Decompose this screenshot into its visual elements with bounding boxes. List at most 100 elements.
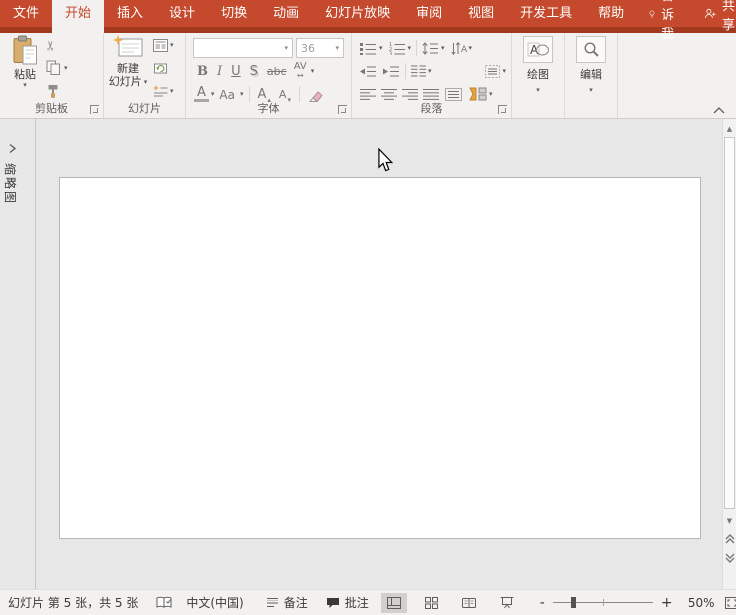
text-direction-icon: A: [451, 42, 467, 55]
section-button[interactable]: ▾: [153, 82, 174, 100]
tab-file[interactable]: 文件: [0, 0, 52, 33]
tab-animations[interactable]: 动画: [260, 0, 312, 33]
drawing-label: 绘图: [527, 66, 549, 82]
scissors-icon: ✂: [44, 40, 59, 51]
scroll-up-button[interactable]: ▲: [723, 121, 736, 136]
font-size-combobox[interactable]: 36 ▾: [296, 38, 344, 58]
collapse-ribbon-button[interactable]: [712, 105, 726, 115]
comments-button[interactable]: 批注: [326, 594, 369, 611]
ribbon-group-clipboard: 粘贴 ▾ ✂ ▾ 剪贴板: [0, 33, 104, 118]
spell-check-button[interactable]: [156, 596, 172, 609]
italic-button[interactable]: I: [214, 62, 225, 80]
bold-button[interactable]: B: [194, 62, 211, 80]
lightbulb-icon: [649, 6, 655, 22]
font-name-combobox[interactable]: ▾: [193, 38, 293, 58]
tell-me-button[interactable]: 告诉我: [637, 0, 692, 27]
next-slide-button[interactable]: [723, 550, 736, 566]
tab-review[interactable]: 审阅: [403, 0, 455, 33]
workspace: 缩略图 ▲ ▼: [0, 119, 736, 589]
editing-button[interactable]: 编辑 ▾: [576, 36, 606, 94]
tab-view[interactable]: 视图: [455, 0, 507, 33]
svg-text:3: 3: [389, 51, 392, 55]
clipboard-dialog-launcher[interactable]: [90, 105, 99, 114]
statusbar-right: - + 50%: [369, 593, 736, 613]
align-text-button[interactable]: [485, 62, 500, 80]
section-icon: [153, 85, 168, 97]
increase-indent-button[interactable]: [383, 62, 400, 80]
zoom-out-button[interactable]: -: [536, 595, 549, 611]
numbering-button[interactable]: 123: [389, 39, 406, 57]
tab-developer[interactable]: 开发工具: [507, 0, 585, 33]
zoom-slider-thumb[interactable]: [571, 597, 576, 608]
character-spacing-button[interactable]: AV↔: [293, 62, 308, 80]
fit-slide-to-window-button[interactable]: [725, 597, 736, 609]
reset-slide-button[interactable]: [153, 59, 174, 77]
comment-icon: [326, 597, 340, 609]
scroll-down-button[interactable]: ▼: [723, 513, 736, 528]
paste-label: 粘贴: [14, 68, 36, 81]
previous-slide-button[interactable]: [723, 531, 736, 547]
slide-layout-button[interactable]: ▾: [153, 36, 174, 54]
zoom-in-button[interactable]: +: [657, 595, 677, 611]
reading-view-button[interactable]: [456, 593, 482, 613]
line-spacing-icon: [422, 42, 439, 55]
new-slide-button[interactable]: 新建 幻灯片 ▾: [106, 35, 150, 101]
notes-button[interactable]: 备注: [266, 594, 308, 611]
vertical-scrollbar[interactable]: ▲ ▼: [722, 119, 736, 589]
tab-transitions[interactable]: 切换: [208, 0, 260, 33]
font-group-label: 字体: [186, 100, 351, 116]
tab-home[interactable]: 开始: [52, 0, 104, 33]
slide-sorter-icon: [425, 597, 438, 609]
zoom-level[interactable]: 50%: [681, 596, 715, 610]
line-spacing-button[interactable]: [422, 39, 439, 57]
strikethrough-button[interactable]: abc: [264, 62, 290, 80]
share-button[interactable]: 共享: [692, 0, 736, 27]
section-dropdown-arrow: ▾: [170, 87, 174, 95]
zoom-slider[interactable]: [553, 602, 653, 603]
scrollbar-thumb[interactable]: [724, 137, 735, 509]
paragraph-dialog-launcher[interactable]: [498, 105, 507, 114]
slide-sorter-view-button[interactable]: [419, 593, 444, 613]
slide-canvas[interactable]: [59, 177, 701, 539]
layout-dropdown-arrow: ▾: [170, 41, 174, 49]
numbering-dropdown-arrow: ▾: [408, 44, 412, 52]
font-dialog-launcher[interactable]: [338, 105, 347, 114]
tabbar-right: 告诉我 共享: [637, 0, 736, 27]
fit-to-window-icon: [725, 597, 736, 609]
paragraph-group-label: 段落: [352, 100, 511, 116]
justify-icon: [423, 88, 439, 101]
reset-slide-icon: [153, 61, 168, 75]
tab-slide-show[interactable]: 幻灯片放映: [312, 0, 403, 33]
thumbnail-pane-collapsed[interactable]: 缩略图: [0, 119, 36, 589]
numbering-icon: 123: [389, 42, 406, 55]
ribbon-group-slides: 新建 幻灯片 ▾ ▾ ▾ 幻灯片: [104, 33, 186, 118]
language-indicator[interactable]: 中文(中国): [186, 594, 243, 611]
text-direction-button[interactable]: A: [451, 39, 467, 57]
normal-view-button[interactable]: [381, 593, 407, 613]
font-name-dropdown-arrow: ▾: [280, 44, 292, 52]
decrease-indent-button[interactable]: [360, 62, 377, 80]
notes-label: 备注: [284, 594, 308, 611]
paste-button[interactable]: 粘贴 ▾: [6, 35, 44, 101]
tab-design[interactable]: 设计: [156, 0, 208, 33]
smartart-dropdown-arrow: ▾: [489, 90, 493, 98]
tab-help[interactable]: 帮助: [585, 0, 637, 33]
underline-button[interactable]: U: [228, 62, 244, 80]
notes-icon: [266, 597, 279, 608]
copy-button[interactable]: ▾: [46, 59, 68, 77]
distribute-columns-icon: [445, 88, 462, 101]
format-painter-button[interactable]: [46, 82, 68, 100]
line-spacing-dropdown-arrow: ▾: [441, 44, 445, 52]
thumbnail-pane-label: 缩略图: [2, 163, 19, 205]
text-shadow-button[interactable]: S: [247, 62, 261, 80]
slide-show-button[interactable]: [494, 593, 520, 613]
bullets-button[interactable]: [360, 39, 377, 57]
columns-icon: [411, 65, 426, 77]
drawing-button[interactable]: A 绘图 ▾: [523, 36, 553, 94]
new-slide-label-line2: 幻灯片: [109, 75, 142, 88]
columns-button[interactable]: [411, 62, 426, 80]
status-bar: 幻灯片 第 5 张，共 5 张 中文(中国) 备注 批注 - + 50%: [0, 589, 736, 615]
cut-button[interactable]: ✂: [46, 36, 68, 54]
tab-insert[interactable]: 插入: [104, 0, 156, 33]
expand-pane-button[interactable]: [8, 143, 17, 157]
